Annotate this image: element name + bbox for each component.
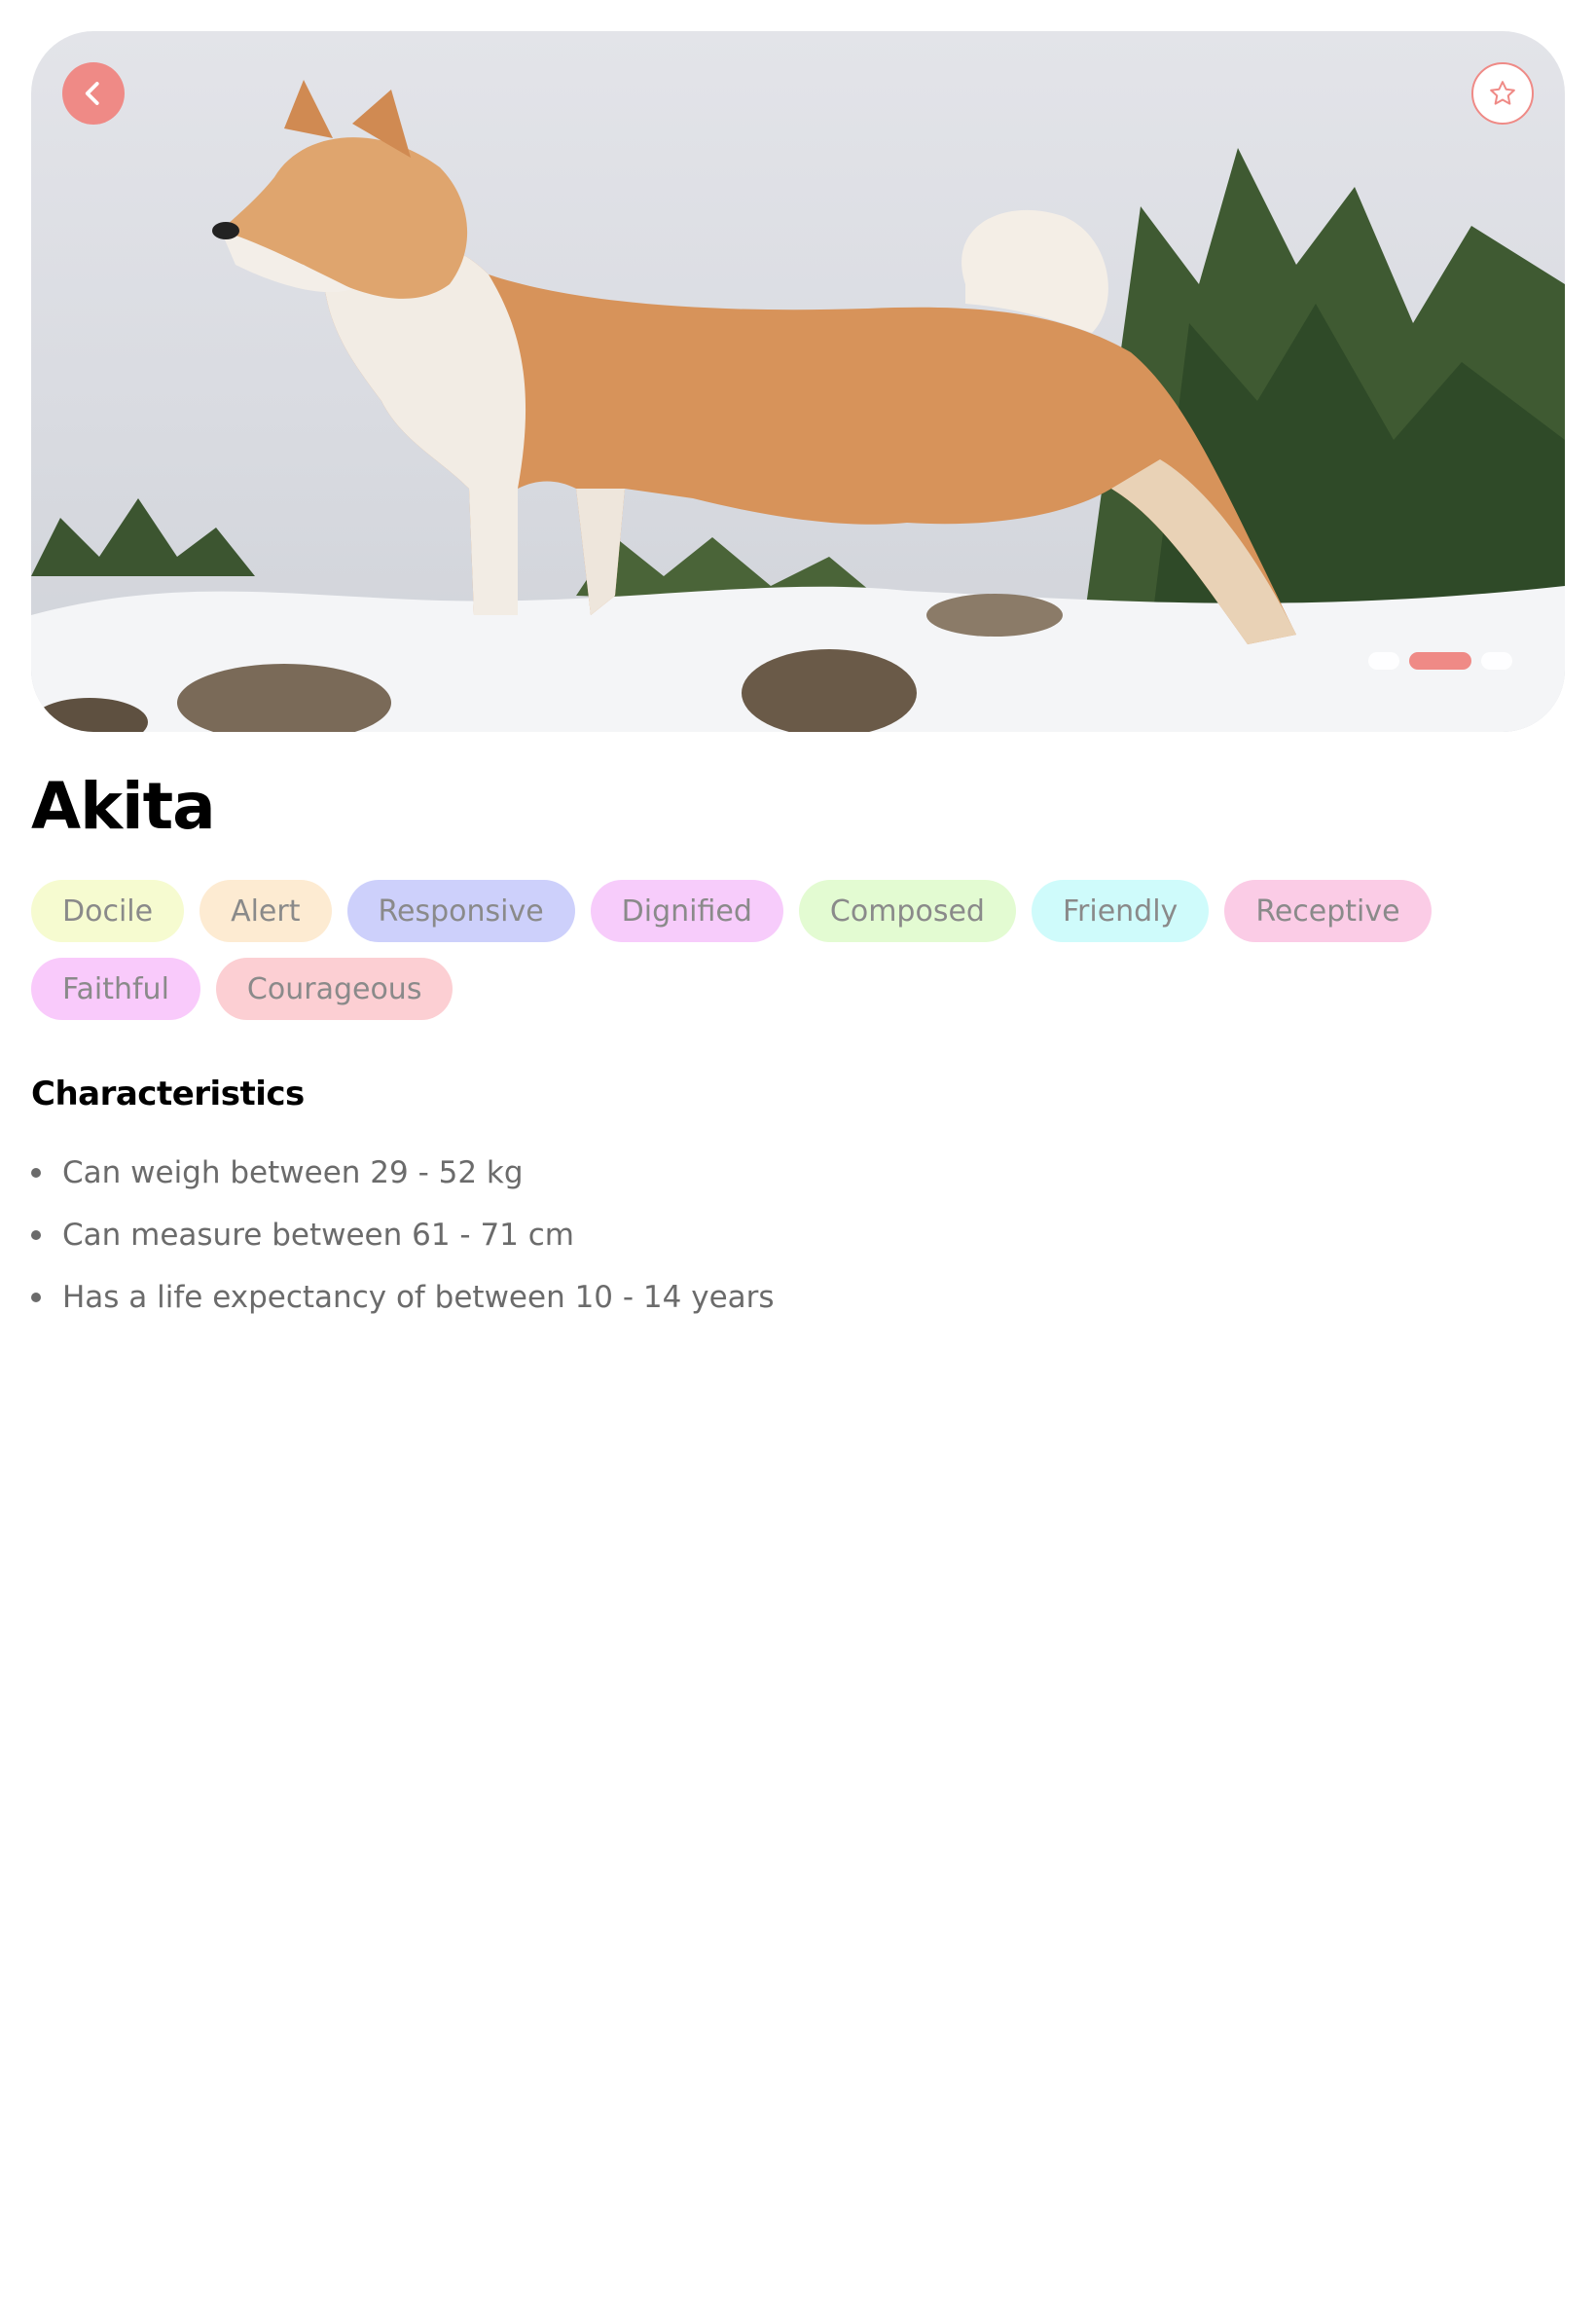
carousel-pagination	[1368, 652, 1512, 670]
characteristic-text: Has a life expectancy of between 10 - 14…	[62, 1280, 775, 1315]
carousel-dot[interactable]	[1368, 652, 1399, 670]
akita-photo	[31, 80, 1565, 732]
temperament-tags: Docile Alert Responsive Dignified Compos…	[31, 880, 1491, 1020]
list-item: Can measure between 61 - 71 cm	[31, 1211, 775, 1273]
list-item: Has a life expectancy of between 10 - 14…	[31, 1273, 775, 1335]
tag-docile: Docile	[31, 880, 185, 942]
carousel-dot-active[interactable]	[1409, 652, 1471, 670]
chevron-left-icon	[85, 82, 99, 105]
tag-alert: Alert	[200, 880, 332, 942]
back-button[interactable]	[62, 62, 125, 125]
favorite-button[interactable]	[1471, 62, 1534, 125]
breed-title: Akita	[31, 769, 216, 844]
tag-responsive: Responsive	[346, 880, 575, 942]
bullet-icon	[31, 1230, 41, 1240]
star-outline-icon	[1490, 81, 1515, 105]
characteristics-list: Can weigh between 29 - 52 kg Can measure…	[31, 1148, 775, 1335]
tag-receptive: Receptive	[1224, 880, 1432, 942]
list-item: Can weigh between 29 - 52 kg	[31, 1148, 775, 1211]
bullet-icon	[31, 1293, 41, 1302]
tag-friendly: Friendly	[1031, 880, 1210, 942]
tag-composed: Composed	[798, 880, 1016, 942]
tag-dignified: Dignified	[590, 880, 783, 942]
bullet-icon	[31, 1168, 41, 1178]
characteristics-title: Characteristics	[31, 1075, 305, 1113]
carousel-dot[interactable]	[1481, 652, 1512, 670]
tag-faithful: Faithful	[31, 958, 200, 1020]
characteristic-text: Can weigh between 29 - 52 kg	[62, 1155, 524, 1190]
characteristic-text: Can measure between 61 - 71 cm	[62, 1218, 574, 1253]
breed-image-carousel[interactable]	[31, 31, 1565, 732]
tag-courageous: Courageous	[215, 958, 453, 1020]
